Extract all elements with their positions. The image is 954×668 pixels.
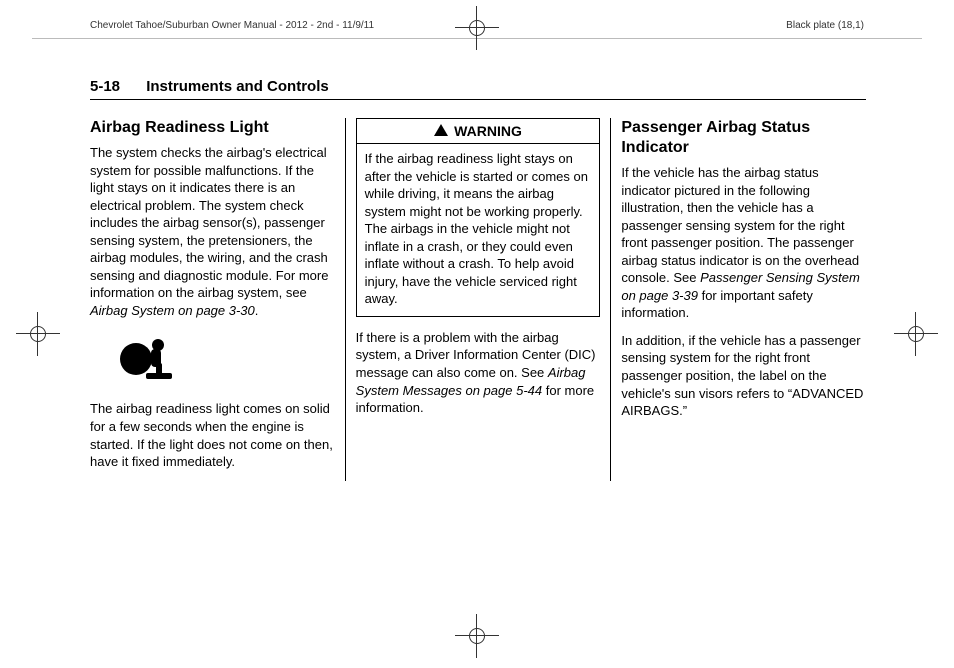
trim-doc-id: Chevrolet Tahoe/Suburban Owner Manual - … bbox=[90, 20, 374, 31]
airbag-indicator-icon bbox=[116, 331, 335, 386]
heading-passenger-airbag-status-indicator: Passenger Airbag Status Indicator bbox=[621, 118, 866, 158]
column-2: WARNING If the airbag readiness light st… bbox=[346, 118, 611, 481]
warning-header: WARNING bbox=[357, 119, 600, 144]
body-paragraph: In addition, if the vehicle has a passen… bbox=[621, 332, 866, 420]
column-3: Passenger Airbag Status Indicator If the… bbox=[611, 118, 866, 481]
body-paragraph: The system checks the airbag's electrica… bbox=[90, 144, 335, 319]
cross-reference: Airbag System on page 3-30 bbox=[90, 303, 255, 318]
trim-plate-id: Black plate (18,1) bbox=[786, 20, 864, 31]
page-number: 5-18 bbox=[90, 78, 120, 95]
warning-triangle-icon bbox=[434, 124, 448, 136]
page-header: 5-18 Instruments and Controls bbox=[90, 78, 866, 100]
warning-body: If the airbag readiness light stays on a… bbox=[357, 144, 600, 316]
body-paragraph: If the vehicle has the airbag status ind… bbox=[621, 164, 866, 322]
column-1: Airbag Readiness Light The system checks… bbox=[90, 118, 345, 481]
warning-box: WARNING If the airbag readiness light st… bbox=[356, 118, 601, 317]
registration-mark-icon bbox=[894, 312, 938, 356]
text-run: If the vehicle has the airbag status ind… bbox=[621, 165, 859, 285]
body-paragraph: The airbag readiness light comes on soli… bbox=[90, 400, 335, 470]
heading-airbag-readiness-light: Airbag Readiness Light bbox=[90, 118, 335, 138]
text-run: . bbox=[255, 303, 259, 318]
registration-mark-icon bbox=[16, 312, 60, 356]
content-area: 5-18 Instruments and Controls Airbag Rea… bbox=[90, 78, 866, 634]
column-layout: Airbag Readiness Light The system checks… bbox=[90, 118, 866, 481]
registration-mark-icon bbox=[455, 6, 499, 50]
text-run: The system checks the airbag's electrica… bbox=[90, 145, 328, 300]
section-title: Instruments and Controls bbox=[146, 78, 329, 95]
body-paragraph: If there is a problem with the airbag sy… bbox=[356, 329, 601, 417]
warning-label: WARNING bbox=[454, 123, 522, 139]
page-root: Chevrolet Tahoe/Suburban Owner Manual - … bbox=[0, 0, 954, 668]
